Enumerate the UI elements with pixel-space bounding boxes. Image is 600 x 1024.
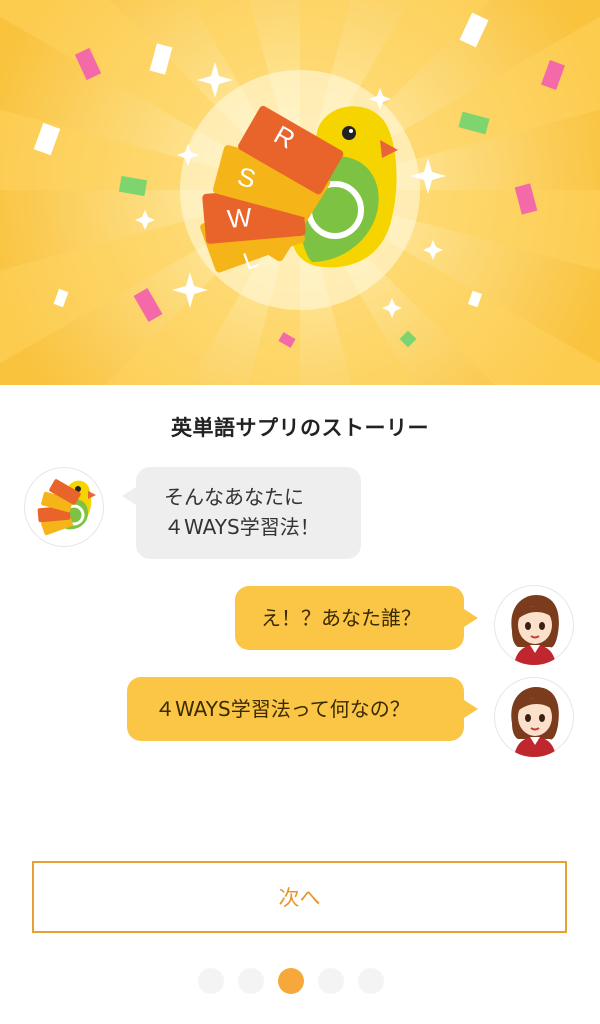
user-avatar [494,585,574,665]
page-dot [198,968,224,994]
message-line: そんなあなたに [164,485,304,509]
girl-avatar-icon [511,687,559,757]
bubble-tail [122,487,136,505]
hero-banner: L W S R [0,0,600,385]
message-line: ４WAYS学習法！ [164,515,320,539]
page-dot [318,968,344,994]
page-indicator [198,968,402,996]
page-dot [358,968,384,994]
user-avatar [494,677,574,757]
card-letter: W [226,202,254,234]
bot-message-bubble: そんなあなたに ４WAYS学習法！ [136,467,361,559]
parrot-logo-icon [37,479,96,536]
page-dot-active [278,968,304,994]
page-dot [238,968,264,994]
user-message-bubble: ４WAYS学習法って何なの？ [127,677,464,741]
bubble-tail [464,700,478,718]
bot-avatar [24,467,104,547]
girl-avatar-icon [511,595,559,665]
user-message-bubble: え！？あなた誰？ [235,586,464,650]
next-button[interactable]: 次へ [32,861,567,933]
story-title: 英単語サプリのストーリー [171,416,429,440]
bubble-tail [464,609,478,627]
next-button-label: 次へ [278,886,321,910]
sunburst-illustration: L W S R [0,0,600,385]
